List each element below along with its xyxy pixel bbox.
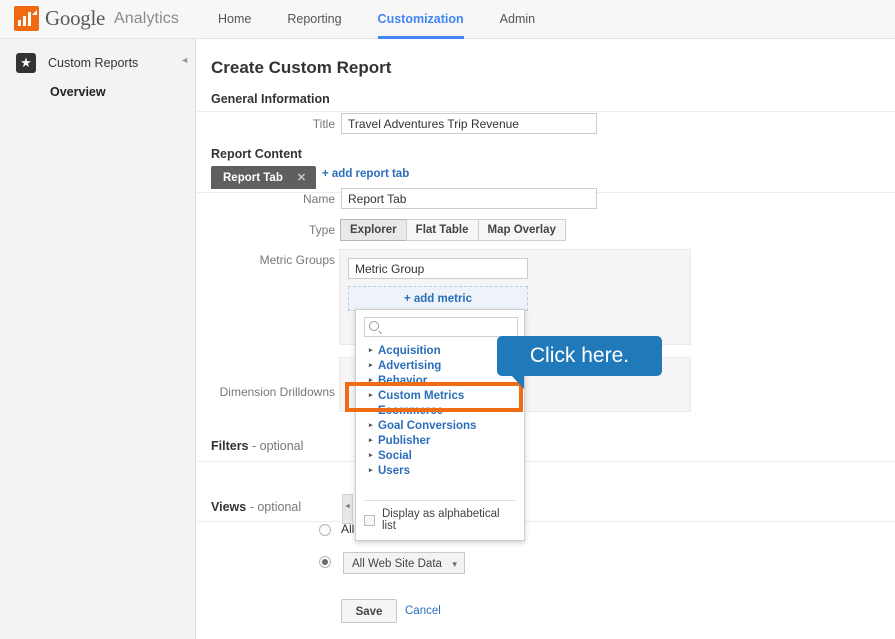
type-option-flat-table[interactable]: Flat Table bbox=[405, 219, 479, 241]
title-input[interactable] bbox=[341, 113, 597, 134]
metric-category-label: Social bbox=[378, 449, 412, 462]
metric-category-label: Acquisition bbox=[378, 344, 441, 357]
metric-category-custom-metrics[interactable]: ▸ Custom Metrics bbox=[356, 388, 524, 403]
metric-group-input[interactable] bbox=[348, 258, 528, 279]
filters-heading: Filters bbox=[211, 439, 249, 453]
name-label: Name bbox=[302, 192, 335, 206]
chevron-right-icon: ▸ bbox=[369, 452, 373, 459]
filters-optional: - optional bbox=[248, 439, 304, 453]
chevron-right-icon: ▸ bbox=[369, 407, 373, 414]
dimension-drilldowns-label: Dimension Drilldowns bbox=[219, 385, 335, 399]
sidebar-item-custom-reports[interactable]: Custom Reports bbox=[16, 52, 139, 73]
sidebar-item-label: Custom Reports bbox=[48, 56, 139, 70]
metric-category-label: Custom Metrics bbox=[378, 389, 465, 402]
view-select[interactable]: All Web Site Data bbox=[343, 552, 465, 575]
logo-google-text: Google bbox=[45, 6, 106, 30]
title-label: Title bbox=[312, 117, 335, 131]
type-option-map-overlay[interactable]: Map Overlay bbox=[477, 219, 566, 241]
main-nav: Home Reporting Customization Admin bbox=[200, 0, 553, 39]
metric-category-label: Behavior bbox=[378, 374, 428, 387]
divider bbox=[197, 521, 895, 522]
sidebar-collapse-icon[interactable]: ◄ bbox=[180, 55, 189, 65]
top-bar: Google Analytics Home Reporting Customiz… bbox=[0, 0, 895, 39]
sidebar-item-overview[interactable]: Overview bbox=[50, 85, 106, 99]
page-title: Create Custom Report bbox=[211, 58, 392, 77]
chevron-right-icon: ▸ bbox=[369, 347, 373, 354]
nav-item-customization[interactable]: Customization bbox=[360, 0, 482, 39]
star-icon bbox=[16, 52, 36, 73]
report-tab-chip-label: Report Tab bbox=[223, 171, 283, 184]
metric-category-goal-conversions[interactable]: ▸ Goal Conversions bbox=[356, 418, 524, 433]
logo-analytics-text: Analytics bbox=[114, 9, 179, 27]
chevron-right-icon: ▸ bbox=[369, 422, 373, 429]
nav-item-reporting[interactable]: Reporting bbox=[269, 0, 359, 39]
section-filters: Filters - optional bbox=[211, 439, 303, 453]
views-heading: Views bbox=[211, 500, 247, 514]
report-tab-chip[interactable]: Report Tab ✕ bbox=[211, 166, 317, 189]
sidebar: Custom Reports Overview ◄ bbox=[0, 39, 196, 639]
metric-category-label: Publisher bbox=[378, 434, 431, 447]
metric-category-label: Goal Conversions bbox=[378, 419, 477, 432]
metric-category-social[interactable]: ▸ Social bbox=[356, 448, 524, 463]
alphabetical-list-checkbox[interactable] bbox=[364, 514, 375, 526]
divider bbox=[197, 461, 895, 462]
type-option-explorer[interactable]: Explorer bbox=[340, 219, 407, 241]
callout-tail bbox=[511, 375, 524, 389]
views-optional: - optional bbox=[246, 500, 302, 514]
chevron-right-icon: ▸ bbox=[369, 392, 373, 399]
metric-category-label: Ecommerce bbox=[378, 404, 444, 417]
chevron-right-icon: ▸ bbox=[369, 362, 373, 369]
name-input[interactable] bbox=[341, 188, 597, 209]
section-views: Views - optional bbox=[211, 500, 301, 514]
add-report-tab-link[interactable]: + add report tab bbox=[322, 168, 409, 180]
click-here-callout: Click here. bbox=[497, 336, 662, 389]
metric-category-users[interactable]: ▸ Users bbox=[356, 463, 524, 478]
type-button-group: Explorer Flat Table Map Overlay bbox=[340, 219, 566, 241]
metric-category-label: Users bbox=[378, 464, 410, 477]
close-icon[interactable]: ✕ bbox=[297, 171, 306, 184]
chevron-right-icon: ▸ bbox=[369, 377, 373, 384]
google-analytics-logo[interactable]: Google Analytics bbox=[14, 6, 179, 31]
radio-all-views-label: All bbox=[341, 522, 355, 536]
chevron-right-icon: ▸ bbox=[369, 467, 373, 474]
metric-category-publisher[interactable]: ▸ Publisher bbox=[356, 433, 524, 448]
type-label: Type bbox=[308, 223, 335, 237]
analytics-logo-icon bbox=[14, 6, 39, 31]
dropdown-footer: Display as alphabetical list bbox=[364, 500, 516, 532]
nav-item-home[interactable]: Home bbox=[200, 0, 269, 39]
search-icon bbox=[369, 321, 379, 331]
metric-category-label: Advertising bbox=[378, 359, 442, 372]
alphabetical-list-label: Display as alphabetical list bbox=[381, 508, 500, 532]
cancel-link[interactable]: Cancel bbox=[405, 599, 441, 623]
section-report-content: Report Content bbox=[211, 147, 302, 161]
radio-specific-view[interactable] bbox=[319, 556, 331, 568]
radio-all-views[interactable] bbox=[319, 524, 331, 536]
filters-collapse-handle[interactable] bbox=[342, 494, 353, 524]
section-general-information: General Information bbox=[211, 92, 330, 106]
nav-item-admin[interactable]: Admin bbox=[482, 0, 553, 39]
chevron-right-icon: ▸ bbox=[369, 437, 373, 444]
metric-search-field[interactable] bbox=[364, 317, 518, 337]
save-button[interactable]: Save bbox=[341, 599, 397, 623]
view-select-value: All Web Site Data bbox=[352, 558, 442, 570]
metric-groups-label: Metric Groups bbox=[259, 253, 335, 267]
metric-category-ecommerce[interactable]: ▸ Ecommerce bbox=[356, 403, 524, 418]
divider bbox=[197, 111, 895, 112]
callout-text: Click here. bbox=[529, 344, 630, 367]
add-metric-button[interactable]: + add metric bbox=[348, 286, 528, 311]
